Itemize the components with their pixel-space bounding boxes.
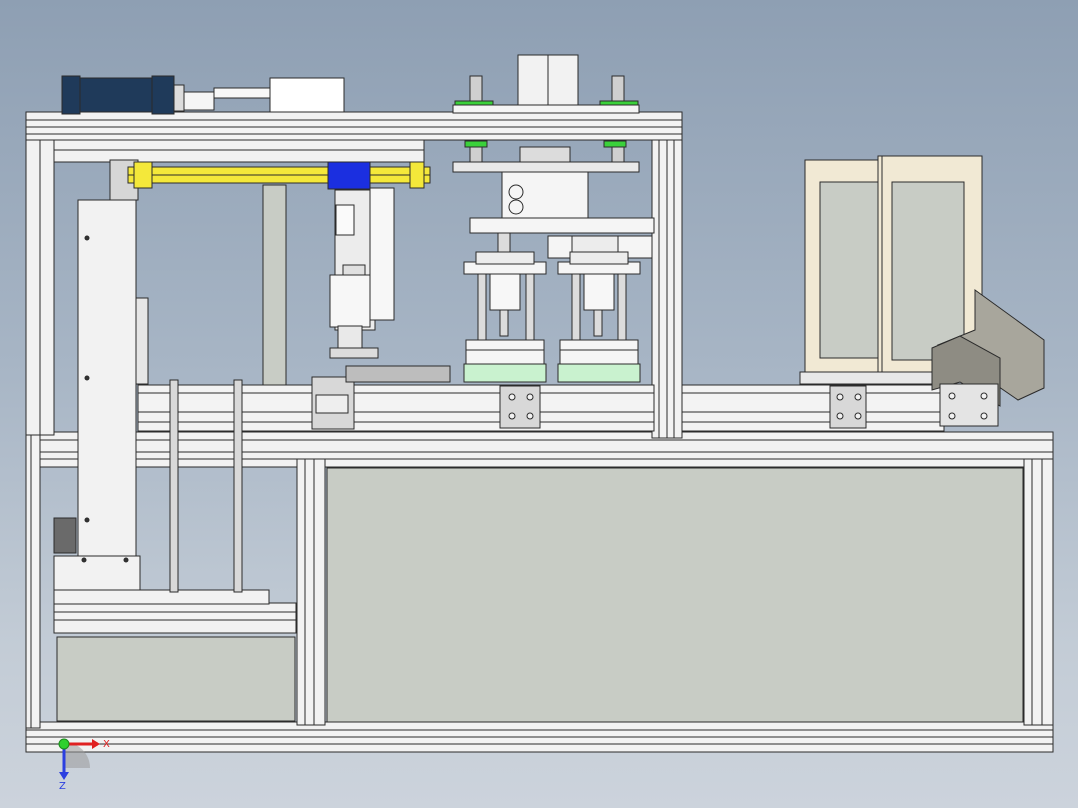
guide-rod-2 [233, 379, 243, 593]
orientation-triad[interactable]: X Z [40, 722, 120, 802]
drawer-rail [53, 602, 297, 634]
bracket-block [939, 383, 999, 427]
mount-plate-2 [829, 385, 867, 429]
z-axis-label: Z [59, 781, 66, 792]
die-left [463, 363, 547, 383]
cad-viewport[interactable]: X Z [0, 0, 1078, 808]
actuator-slider [327, 161, 371, 190]
origin-sphere-icon [58, 738, 70, 750]
center-press [452, 54, 655, 383]
support-column [262, 184, 287, 388]
machine-model[interactable] [0, 0, 1078, 808]
guide-rod-1 [169, 379, 179, 593]
lower-cabinet [25, 431, 1054, 753]
upper-crossbar [53, 139, 425, 163]
mid-post [296, 458, 326, 726]
left-cabinet-panel [56, 636, 296, 722]
x-axis-label: X [103, 739, 110, 750]
top-cylinder [61, 75, 345, 115]
right-cabinet-panel [326, 467, 1024, 723]
mount-plate-1 [499, 385, 541, 429]
die-right [557, 363, 641, 383]
right-post [1023, 458, 1054, 726]
left-post [25, 431, 41, 729]
middle-rail [25, 431, 1054, 468]
top-rail [25, 111, 683, 141]
